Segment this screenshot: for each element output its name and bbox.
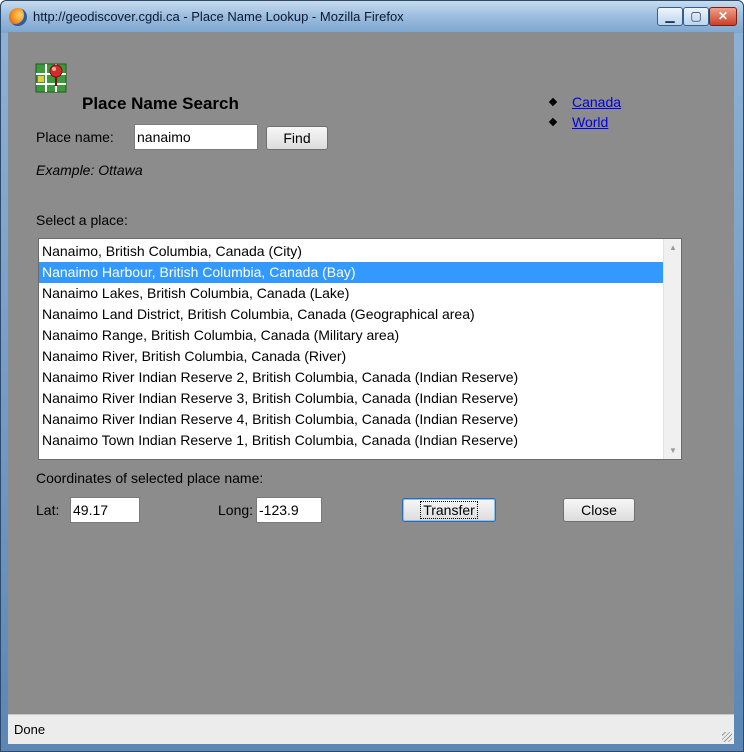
- list-item[interactable]: Nanaimo Town Indian Reserve 1, British C…: [39, 430, 663, 451]
- maximize-icon: ▢: [690, 9, 702, 23]
- scroll-up-icon[interactable]: ▲: [669, 243, 677, 252]
- list-item[interactable]: Nanaimo River Indian Reserve 4, British …: [39, 409, 663, 430]
- scroll-down-icon[interactable]: ▼: [669, 446, 677, 455]
- place-listbox[interactable]: Nanaimo, British Columbia, Canada (City)…: [38, 238, 682, 460]
- bullet-icon: [548, 117, 558, 127]
- resize-grip-icon[interactable]: [722, 732, 732, 742]
- list-item[interactable]: Nanaimo, British Columbia, Canada (City): [39, 241, 663, 262]
- canada-link[interactable]: Canada: [572, 94, 621, 110]
- title-bar[interactable]: http://geodiscover.cgdi.ca - Place Name …: [1, 1, 743, 33]
- place-name-input[interactable]: nanaimo: [134, 124, 258, 150]
- window-close-button[interactable]: ✕: [709, 7, 737, 26]
- list-item[interactable]: Nanaimo Land District, British Columbia,…: [39, 304, 663, 325]
- page-title: Place Name Search: [82, 94, 239, 113]
- place-name-label: Place name:: [36, 129, 114, 145]
- long-field[interactable]: -123.9: [256, 497, 322, 523]
- status-text: Done: [14, 722, 46, 737]
- listbox-scrollbar[interactable]: ▲ ▼: [663, 239, 681, 459]
- window-title: http://geodiscover.cgdi.ca - Place Name …: [33, 9, 404, 24]
- coordinates-label: Coordinates of selected place name:: [36, 470, 264, 486]
- select-place-label: Select a place:: [36, 212, 128, 228]
- lat-label: Lat:: [36, 502, 60, 518]
- list-item[interactable]: Nanaimo Lakes, British Columbia, Canada …: [39, 283, 663, 304]
- find-button-label: Find: [283, 130, 311, 146]
- map-pin-icon: [35, 63, 67, 93]
- close-button[interactable]: Close: [563, 498, 635, 522]
- list-item[interactable]: Nanaimo Range, British Columbia, Canada …: [39, 325, 663, 346]
- maximize-button[interactable]: ▢: [683, 7, 709, 26]
- list-item[interactable]: Nanaimo River, British Columbia, Canada …: [39, 346, 663, 367]
- example-text: Example: Ottawa: [36, 162, 143, 178]
- list-item[interactable]: Nanaimo River Indian Reserve 3, British …: [39, 388, 663, 409]
- close-button-label: Close: [581, 502, 617, 518]
- minimize-button[interactable]: ▁: [657, 7, 683, 26]
- list-item[interactable]: Nanaimo River Indian Reserve 2, British …: [39, 367, 663, 388]
- find-button[interactable]: Find: [266, 126, 328, 150]
- status-bar: Done: [8, 714, 734, 744]
- world-link[interactable]: World: [572, 114, 608, 130]
- minimize-icon: ▁: [665, 9, 675, 23]
- lat-field[interactable]: 49.17: [70, 497, 140, 523]
- long-label: Long:: [218, 502, 254, 518]
- list-item[interactable]: Nanaimo Harbour, British Columbia, Canad…: [39, 262, 663, 283]
- close-icon: ✕: [717, 9, 729, 23]
- bullet-icon: [548, 97, 558, 107]
- transfer-button-label: Transfer: [420, 501, 478, 519]
- place-list: Nanaimo, British Columbia, Canada (City)…: [39, 241, 663, 451]
- firefox-icon: [9, 8, 27, 26]
- transfer-button[interactable]: Transfer: [402, 498, 496, 522]
